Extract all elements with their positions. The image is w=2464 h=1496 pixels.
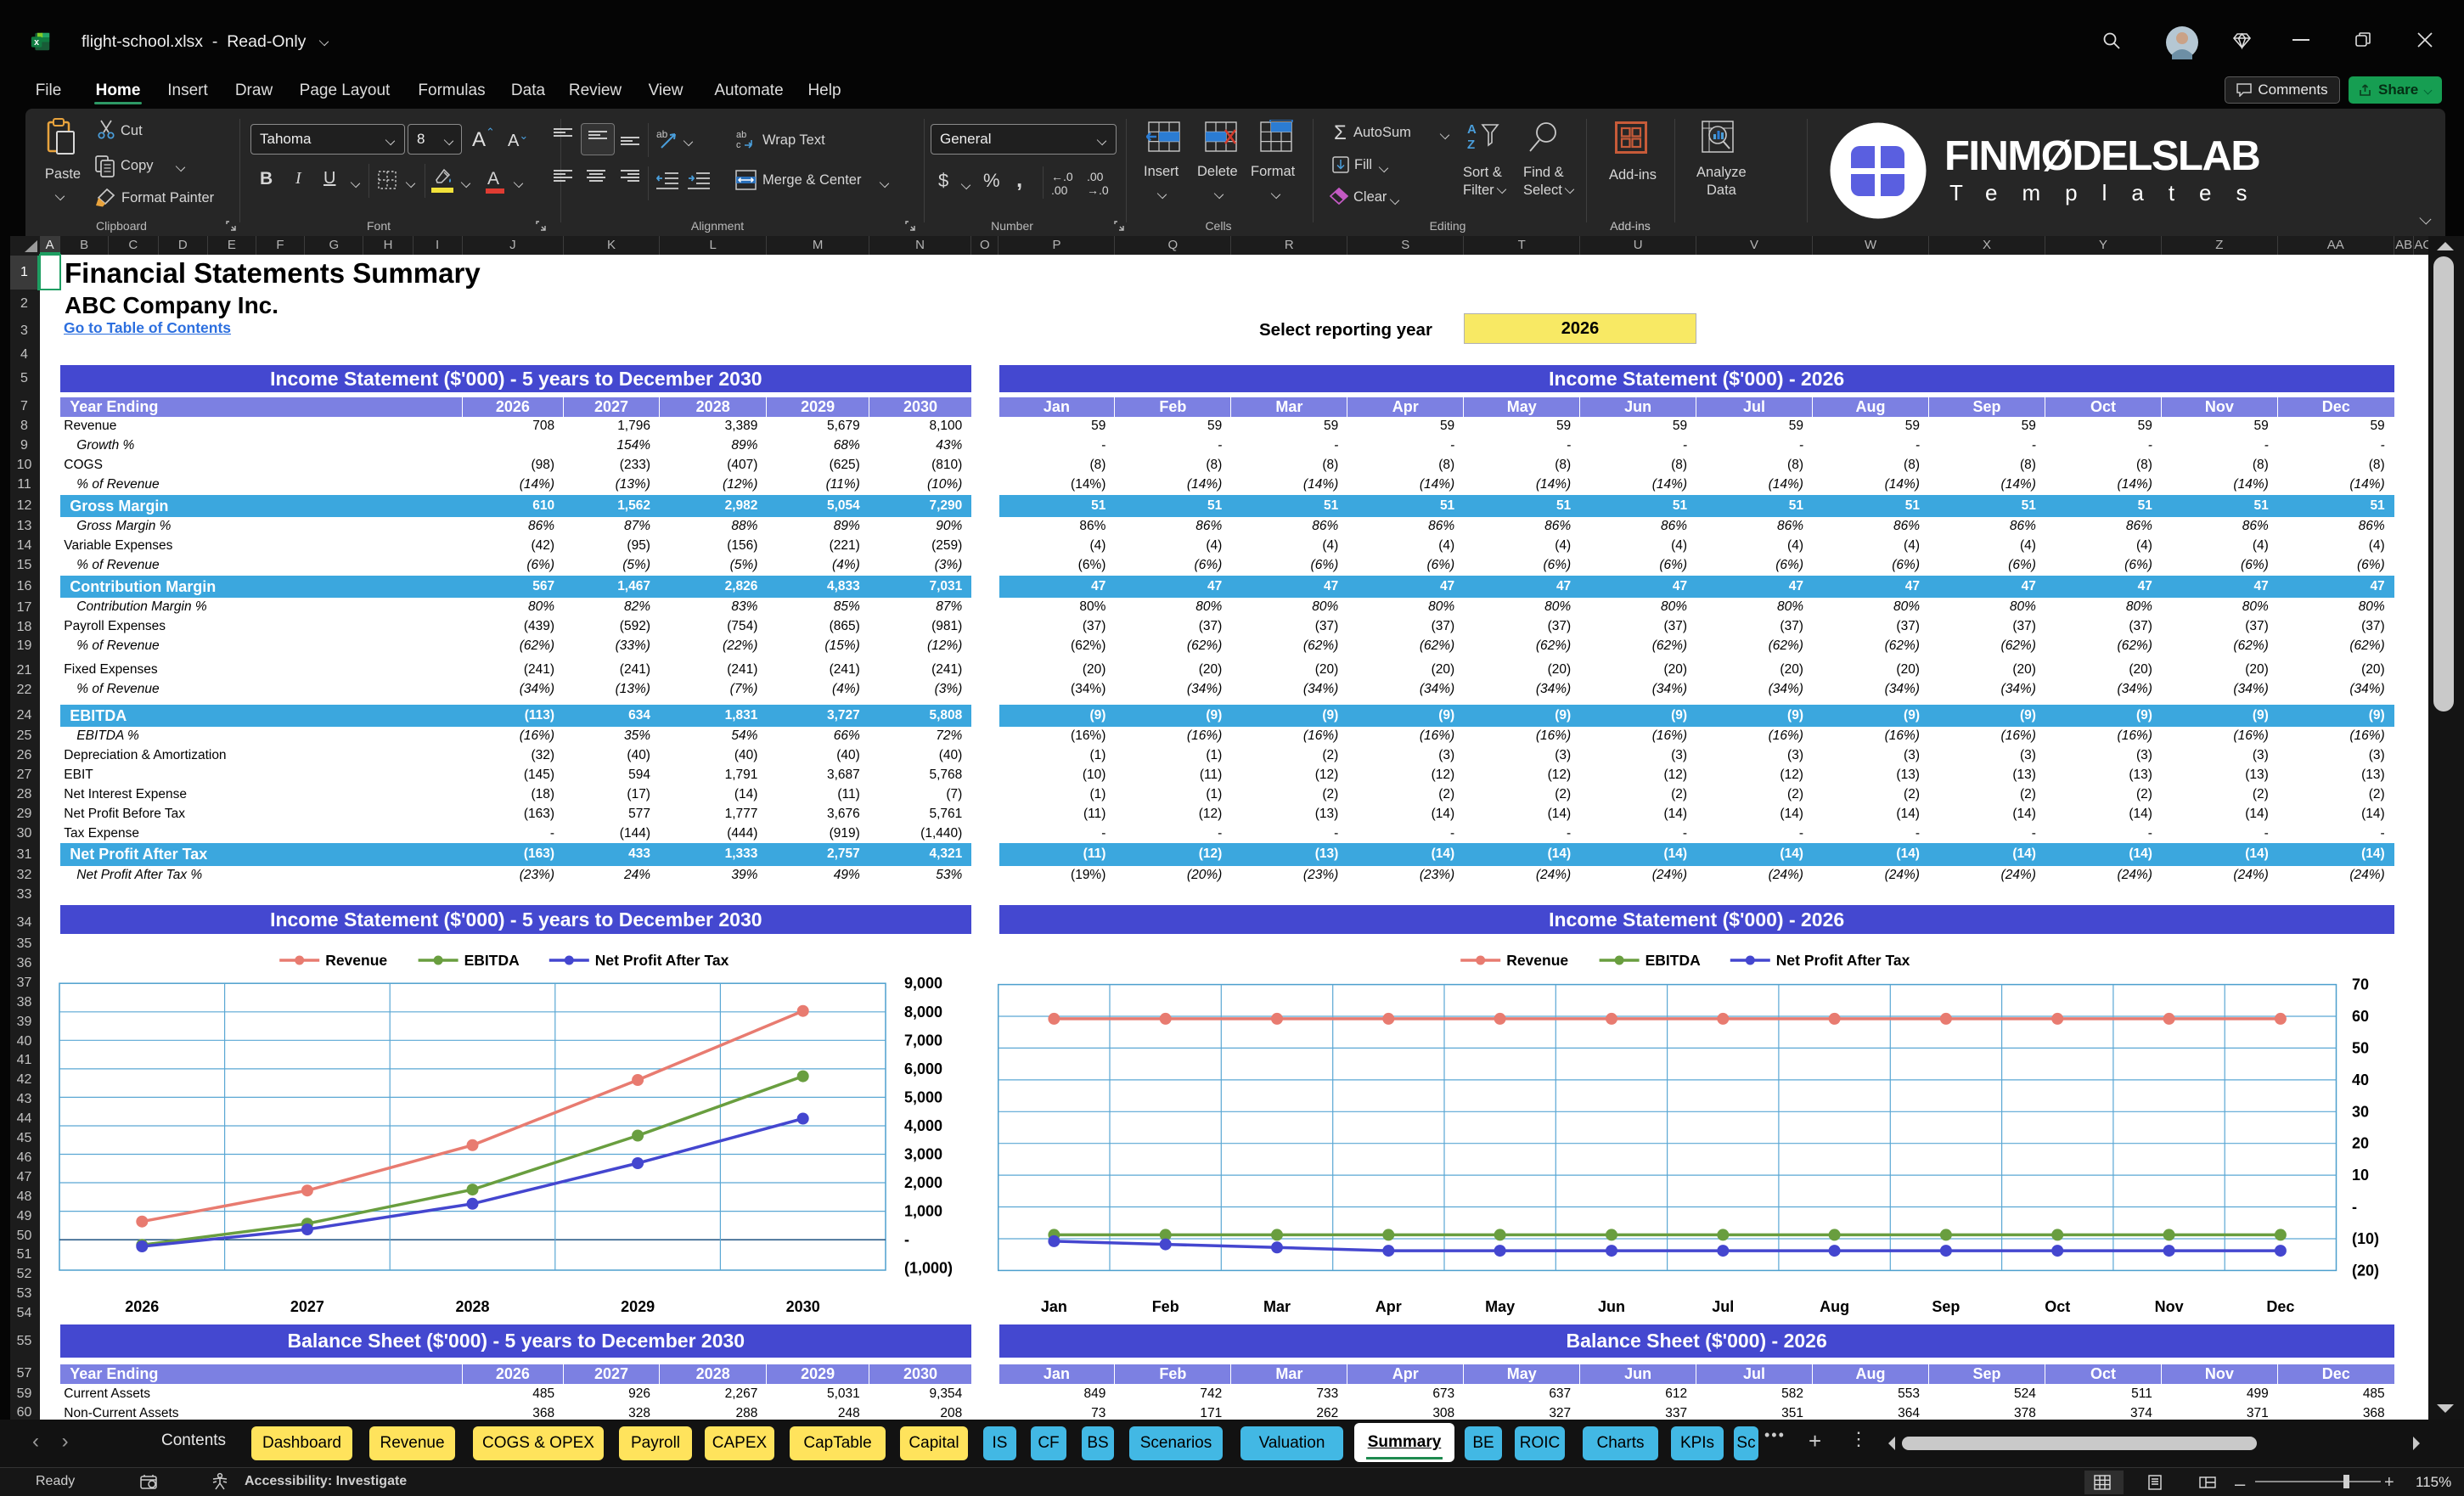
svg-text:Revenue: Revenue [325,952,387,969]
svg-text:10: 10 [2352,1167,2369,1184]
svg-text:2027: 2027 [290,1298,324,1315]
svg-text:Oct: Oct [2045,1298,2070,1315]
svg-text:(10): (10) [2352,1230,2379,1247]
svg-text:5,000: 5,000 [904,1088,942,1105]
svg-text:4,000: 4,000 [904,1117,942,1134]
svg-text:70: 70 [2352,976,2369,993]
svg-text:50: 50 [2352,1039,2369,1056]
svg-text:2030: 2030 [786,1298,820,1315]
svg-text:A: A [1467,122,1477,137]
svg-text:Nov: Nov [2155,1298,2184,1315]
svg-text:3,000: 3,000 [904,1146,942,1163]
svg-text:Jan: Jan [1041,1298,1067,1315]
svg-text:Apr: Apr [1375,1298,1402,1315]
svg-text:May: May [1485,1298,1515,1315]
svg-text:6,000: 6,000 [904,1060,942,1077]
svg-text:40: 40 [2352,1071,2369,1088]
svg-text:EBITDA: EBITDA [1645,952,1702,969]
svg-text:(20): (20) [2352,1262,2379,1279]
svg-text:ab: ab [736,130,746,140]
svg-text:2026: 2026 [125,1298,159,1315]
svg-text:1,000: 1,000 [904,1203,942,1220]
svg-text:8,000: 8,000 [904,1004,942,1021]
svg-text:Dec: Dec [2266,1298,2294,1315]
svg-text:60: 60 [2352,1008,2369,1025]
svg-text:9,000: 9,000 [904,975,942,992]
svg-text:2028: 2028 [455,1298,489,1315]
svg-text:2,000: 2,000 [904,1174,942,1191]
svg-text:Jun: Jun [1598,1298,1625,1315]
svg-text:-: - [904,1231,909,1248]
svg-text:2029: 2029 [621,1298,655,1315]
svg-text:20: 20 [2352,1135,2369,1152]
svg-text:-: - [2352,1199,2357,1216]
svg-text:Z: Z [1467,138,1475,152]
svg-text:Jul: Jul [1712,1298,1734,1315]
svg-text:Sep: Sep [1932,1298,1960,1315]
svg-text:Mar: Mar [1263,1298,1291,1315]
svg-text:Aug: Aug [1820,1298,1849,1315]
svg-text:Net Profit After Tax: Net Profit After Tax [595,952,729,969]
svg-text:30: 30 [2352,1103,2369,1120]
svg-text:c: c [736,140,741,149]
svg-text:Revenue: Revenue [1506,952,1568,969]
svg-text:7,000: 7,000 [904,1032,942,1049]
svg-text:Net Profit After Tax: Net Profit After Tax [1776,952,1910,969]
svg-text:ab: ab [656,128,668,140]
svg-text:(1,000): (1,000) [904,1260,953,1277]
svg-text:Feb: Feb [1152,1298,1179,1315]
svg-text:x: x [34,37,39,48]
svg-text:EBITDA: EBITDA [464,952,520,969]
